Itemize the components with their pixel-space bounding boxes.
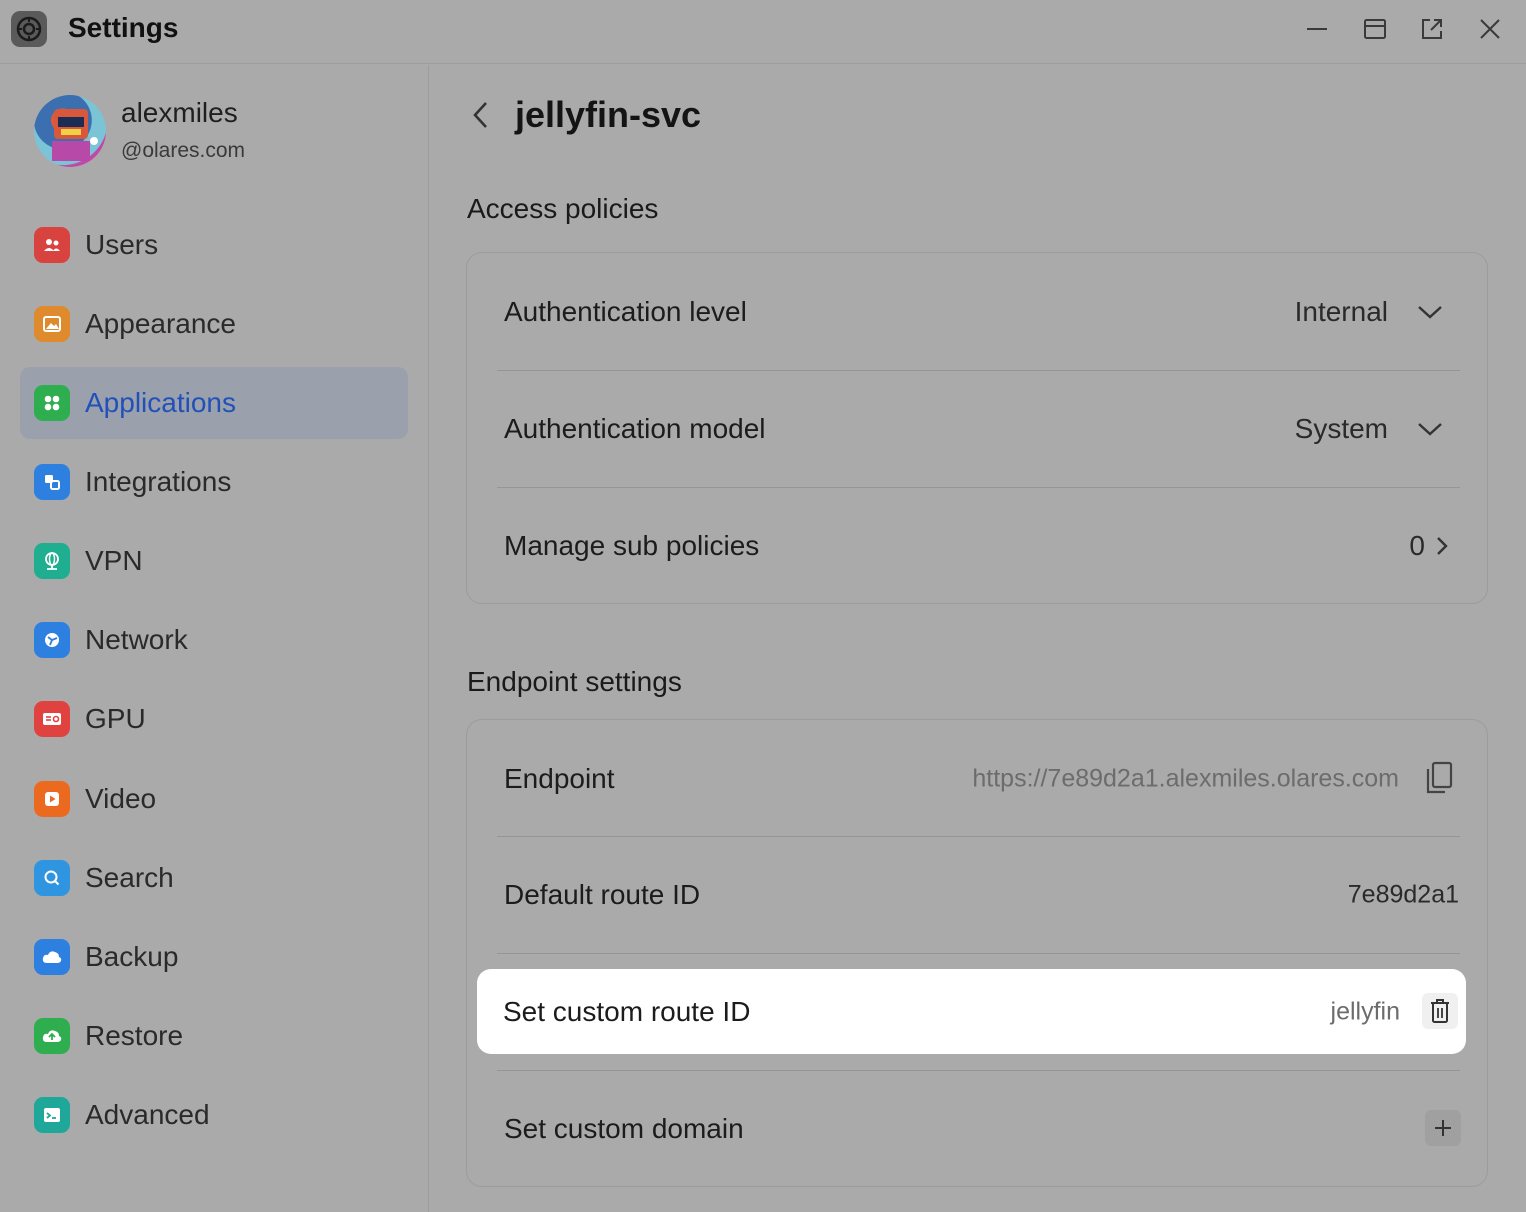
chevron-down-icon[interactable] <box>1415 414 1445 444</box>
user-name: alexmiles <box>121 97 238 128</box>
sidebar-item-video[interactable]: Video <box>20 763 408 835</box>
sidebar-item-label: Restore <box>85 1020 184 1051</box>
apps-grid-icon <box>34 385 70 421</box>
cloud-restore-icon <box>34 1018 70 1054</box>
sidebar-item-label: GPU <box>85 703 146 734</box>
section-title-access: Access policies <box>467 193 659 224</box>
sidebar-item-label: Backup <box>85 941 179 972</box>
custom-route-id-value[interactable]: jellyfin <box>1331 997 1400 1026</box>
search-icon <box>34 860 70 896</box>
settings-gear-icon <box>11 11 47 47</box>
default-route-id-row: Default route ID 7e89d2a1 <box>467 836 1489 953</box>
sidebar-item-label: Network <box>85 624 188 655</box>
sidebar-item-vpn[interactable]: VPN <box>20 525 408 597</box>
row-label: Manage sub policies <box>504 529 760 561</box>
manage-sub-policies-row[interactable]: Manage sub policies 0 <box>467 487 1489 604</box>
chevron-right-icon[interactable] <box>1427 531 1457 561</box>
sidebar-item-advanced[interactable]: Advanced <box>20 1079 408 1151</box>
sidebar-item-label: VPN <box>85 545 143 576</box>
sidebar-item-label: Advanced <box>85 1099 210 1130</box>
close-icon[interactable] <box>1473 12 1507 46</box>
row-label: Endpoint <box>504 762 615 794</box>
integrations-icon <box>34 464 70 500</box>
sidebar-item-label: Integrations <box>85 466 232 497</box>
gpu-icon <box>34 701 70 737</box>
delete-custom-route-button[interactable] <box>1422 993 1458 1029</box>
minimize-icon[interactable] <box>1300 12 1334 46</box>
endpoint-row: Endpoint https://7e89d2a1.alexmiles.olar… <box>467 720 1489 837</box>
sidebar-item-network[interactable]: Network <box>20 604 408 676</box>
section-title-endpoint: Endpoint settings <box>467 666 682 697</box>
access-policies-card: Authentication level Internal Authentica… <box>466 252 1488 604</box>
plus-icon <box>1435 1120 1451 1136</box>
add-custom-domain-button[interactable] <box>1425 1110 1461 1146</box>
sidebar-item-label: Search <box>85 862 174 893</box>
network-icon <box>34 622 70 658</box>
sidebar-item-label: Appearance <box>85 308 237 339</box>
sidebar-item-integrations[interactable]: Integrations <box>20 446 408 518</box>
cloud-icon <box>34 939 70 975</box>
page-title: jellyfin-svc <box>515 94 702 135</box>
sidebar-item-gpu[interactable]: GPU <box>20 683 408 755</box>
authentication-model-row[interactable]: Authentication model System <box>467 370 1489 487</box>
sidebar: alexmiles @olares.com Users Appearance A… <box>0 65 429 1212</box>
sidebar-item-label: Applications <box>85 387 236 418</box>
window-title: Settings <box>68 12 179 43</box>
divider <box>497 953 1460 954</box>
row-label: Set custom route ID <box>503 995 751 1027</box>
trash-icon <box>1431 999 1449 1023</box>
users-icon <box>34 227 70 263</box>
globe-icon <box>34 543 70 579</box>
default-route-id-value: 7e89d2a1 <box>1347 880 1459 908</box>
terminal-icon <box>34 1097 70 1133</box>
custom-domain-row[interactable]: Set custom domain <box>467 1070 1489 1187</box>
row-label: Default route ID <box>504 878 701 910</box>
row-label: Set custom domain <box>504 1112 744 1144</box>
maximize-icon[interactable] <box>1358 12 1392 46</box>
chevron-down-icon[interactable] <box>1415 297 1445 327</box>
authentication-level-select[interactable]: Internal <box>1295 296 1388 328</box>
endpoint-url[interactable]: https://7e89d2a1.alexmiles.olares.com <box>972 764 1399 793</box>
sidebar-item-label: Video <box>85 783 157 814</box>
sidebar-item-backup[interactable]: Backup <box>20 921 408 993</box>
avatar[interactable] <box>34 95 106 167</box>
authentication-level-row[interactable]: Authentication level Internal <box>467 253 1489 370</box>
sub-policies-count: 0 <box>1409 529 1425 561</box>
endpoint-settings-card: Endpoint https://7e89d2a1.alexmiles.olar… <box>466 719 1488 1187</box>
title-bar: Settings <box>0 0 1526 64</box>
sidebar-item-label: Users <box>85 229 159 260</box>
video-icon <box>34 781 70 817</box>
authentication-model-select[interactable]: System <box>1295 413 1388 445</box>
custom-route-id-row[interactable]: Set custom route ID jellyfin <box>477 969 1466 1054</box>
image-icon <box>34 306 70 342</box>
copy-icon[interactable] <box>1421 760 1457 796</box>
sidebar-item-search[interactable]: Search <box>20 842 408 914</box>
sidebar-item-restore[interactable]: Restore <box>20 1000 408 1072</box>
user-handle: @olares.com <box>121 139 246 162</box>
sidebar-item-users[interactable]: Users <box>20 209 408 281</box>
row-label: Authentication level <box>504 295 747 327</box>
sidebar-item-appearance[interactable]: Appearance <box>20 288 408 360</box>
back-button[interactable] <box>465 98 497 132</box>
sidebar-item-applications[interactable]: Applications <box>20 367 408 439</box>
open-external-icon[interactable] <box>1415 12 1449 46</box>
row-label: Authentication model <box>504 412 766 444</box>
